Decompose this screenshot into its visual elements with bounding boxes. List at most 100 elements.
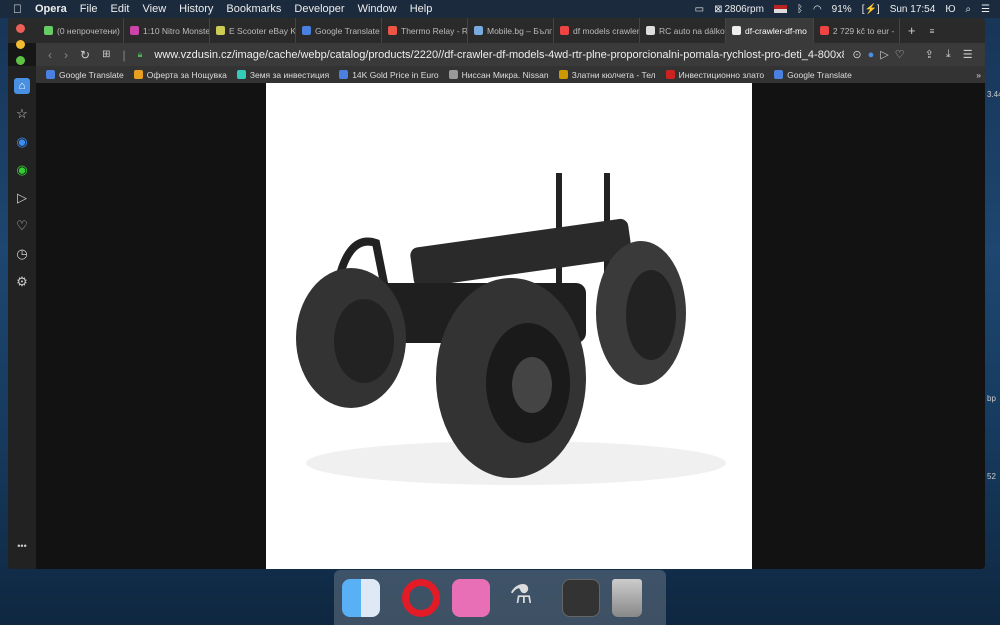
bookmark-item[interactable]: Инвестиционно злато xyxy=(665,69,765,80)
downloads-stack-icon[interactable] xyxy=(562,578,600,617)
product-image xyxy=(266,83,752,569)
tabs-grid-icon[interactable]: ⊞ xyxy=(102,49,110,60)
bluetooth-icon[interactable]: ᛒ xyxy=(797,4,803,15)
whatsapp-icon[interactable]: ◉ xyxy=(14,162,30,178)
vpn-shield-icon[interactable]: ● xyxy=(868,49,875,61)
bookmark-item[interactable]: Златни кюлчета - Тел xyxy=(558,69,656,80)
flow-icon[interactable]: ▷ xyxy=(14,190,30,206)
menu-edit[interactable]: Edit xyxy=(111,3,130,15)
messenger-icon[interactable]: ◉ xyxy=(14,134,30,150)
bookmark-label: Златни кюлчета - Тел xyxy=(571,69,656,80)
new-tab-button[interactable]: + xyxy=(908,23,916,38)
history-icon[interactable]: ◷ xyxy=(14,246,30,262)
heart-icon[interactable]: ♡ xyxy=(14,218,30,234)
fan-icon[interactable]: ⊠ xyxy=(714,4,722,15)
menu-app[interactable]: Opera xyxy=(35,3,67,15)
battery-percent[interactable]: 91% xyxy=(832,4,852,15)
bookmark-favicon-icon xyxy=(236,70,246,79)
fan-speed[interactable]: 2806rpm xyxy=(724,4,763,15)
tab-favicon-icon xyxy=(474,26,483,35)
menu-window[interactable]: Window xyxy=(358,3,397,15)
settings-icon[interactable]: ⚙ xyxy=(14,274,30,290)
tab-label: E Scooter eBay Ki xyxy=(229,25,296,36)
url-field[interactable]: www.vzdusin.cz/image/cache/webp/catalog/… xyxy=(154,49,844,61)
flag-icon[interactable] xyxy=(773,5,787,13)
desktop-text: 3.44 xyxy=(987,90,1000,99)
display-icon[interactable]: ▭ xyxy=(695,4,704,15)
tab-menu-icon[interactable]: ≡ xyxy=(929,26,934,36)
send-icon[interactable]: ▷ xyxy=(880,48,888,61)
bookmarks-bar: Google Translate Оферта за Нощувка Земя за… xyxy=(36,66,985,83)
home-icon[interactable]: ⌂ xyxy=(14,78,30,94)
bookmark-item[interactable]: Оферта за Нощувка xyxy=(133,69,227,80)
rc-crawler-chassis-image xyxy=(296,173,726,485)
bookmark-label: 14K Gold Price in Euro xyxy=(352,69,439,80)
tab-favicon-icon xyxy=(646,26,655,35)
bookmark-label: Инвестиционно злато xyxy=(678,69,765,80)
clock[interactable]: Sun 17:54 xyxy=(890,4,936,15)
tab-label: 1:10 Nitro Monster xyxy=(143,25,210,36)
forward-icon[interactable]: › xyxy=(64,48,68,62)
bookmark-favicon-icon xyxy=(558,70,568,79)
download-icon[interactable]: ⤓ xyxy=(946,48,951,61)
menu-bookmarks[interactable]: Bookmarks xyxy=(226,3,281,15)
finder-icon[interactable] xyxy=(342,578,380,617)
tab[interactable]: df models crawler xyxy=(554,18,640,43)
back-icon[interactable]: ‹ xyxy=(48,48,52,62)
tab[interactable]: 2 729 kč to eur - xyxy=(814,18,900,43)
tab-favicon-icon xyxy=(560,26,569,35)
zoom-button[interactable] xyxy=(16,56,25,65)
minimize-button[interactable] xyxy=(16,40,25,49)
bookmark-item[interactable]: Земя за инвестиция xyxy=(236,69,330,80)
bookmark-favicon-icon xyxy=(448,70,458,79)
trash-icon[interactable] xyxy=(612,578,642,617)
snapshot-icon[interactable]: ⊙ xyxy=(852,48,861,61)
bookmarks-icon[interactable]: ☆ xyxy=(14,106,30,122)
tab-favicon-icon xyxy=(302,26,311,35)
battery-icon[interactable]: [⚡] xyxy=(862,4,880,15)
opera-icon[interactable] xyxy=(402,578,440,617)
easy-setup-icon[interactable]: ☰ xyxy=(963,48,973,61)
notification-center-icon[interactable]: ☰ xyxy=(981,4,990,15)
tab[interactable]: Mobile.bg – Бълг xyxy=(468,18,554,43)
tab[interactable]: E Scooter eBay Ki xyxy=(210,18,296,43)
bookmark-favicon-icon xyxy=(774,70,784,79)
close-button[interactable] xyxy=(16,24,25,33)
tab-label: 2 729 kč to eur - xyxy=(832,25,895,36)
menu-history[interactable]: History xyxy=(179,3,213,15)
tab-favicon-icon xyxy=(216,26,225,35)
bookmark-label: Google Translate xyxy=(59,69,124,80)
sidebar-more[interactable]: ••• xyxy=(17,541,26,551)
tab[interactable]: Thermo Relay - Re xyxy=(382,18,468,43)
bookmark-item[interactable]: Ниссан Микра. Nissan xyxy=(448,69,549,80)
cleanmymac-icon[interactable] xyxy=(452,578,490,617)
menu-developer[interactable]: Developer xyxy=(294,3,344,15)
browser-window: (0 непрочетени) 1:10 Nitro Monster E Scoot… xyxy=(8,18,985,569)
share-icon[interactable]: ⇪ xyxy=(925,48,934,61)
bookmark-label: Земя за инвестиция xyxy=(249,69,330,80)
bookmark-item[interactable]: Google Translate xyxy=(46,70,124,80)
tab-label: RC auto na dálkov xyxy=(659,25,726,36)
tab[interactable]: 1:10 Nitro Monster xyxy=(124,18,210,43)
menu-help[interactable]: Help xyxy=(410,3,433,15)
heart-icon[interactable]: ♡ xyxy=(895,48,905,61)
bookmark-label: Оферта за Нощувка xyxy=(146,69,227,80)
apple-icon[interactable]:  xyxy=(13,2,22,16)
user-name[interactable]: Ю xyxy=(945,4,955,15)
bookmark-favicon-icon xyxy=(46,70,55,79)
window-controls xyxy=(16,24,25,65)
spotlight-icon[interactable]: ⌕ xyxy=(965,4,971,15)
reload-icon[interactable]: ↻ xyxy=(80,48,90,62)
tab[interactable]: Google Translate xyxy=(296,18,382,43)
menu-file[interactable]: File xyxy=(80,3,98,15)
menu-view[interactable]: View xyxy=(143,3,167,15)
wifi-icon[interactable]: ◠ xyxy=(813,4,822,15)
system-info-icon[interactable]: ⚗ xyxy=(502,579,540,617)
bookmark-item[interactable]: 14K Gold Price in Euro xyxy=(339,69,439,80)
tab[interactable]: df-crawler-df-mo xyxy=(726,18,814,43)
bookmarks-more[interactable]: » xyxy=(976,70,981,80)
bookmark-item[interactable]: Google Translate xyxy=(774,70,852,80)
bookmark-label: Ниссан Микра. Nissan xyxy=(461,69,549,80)
tab[interactable]: (0 непрочетени) xyxy=(38,18,124,43)
tab[interactable]: RC auto na dálkov xyxy=(640,18,726,43)
